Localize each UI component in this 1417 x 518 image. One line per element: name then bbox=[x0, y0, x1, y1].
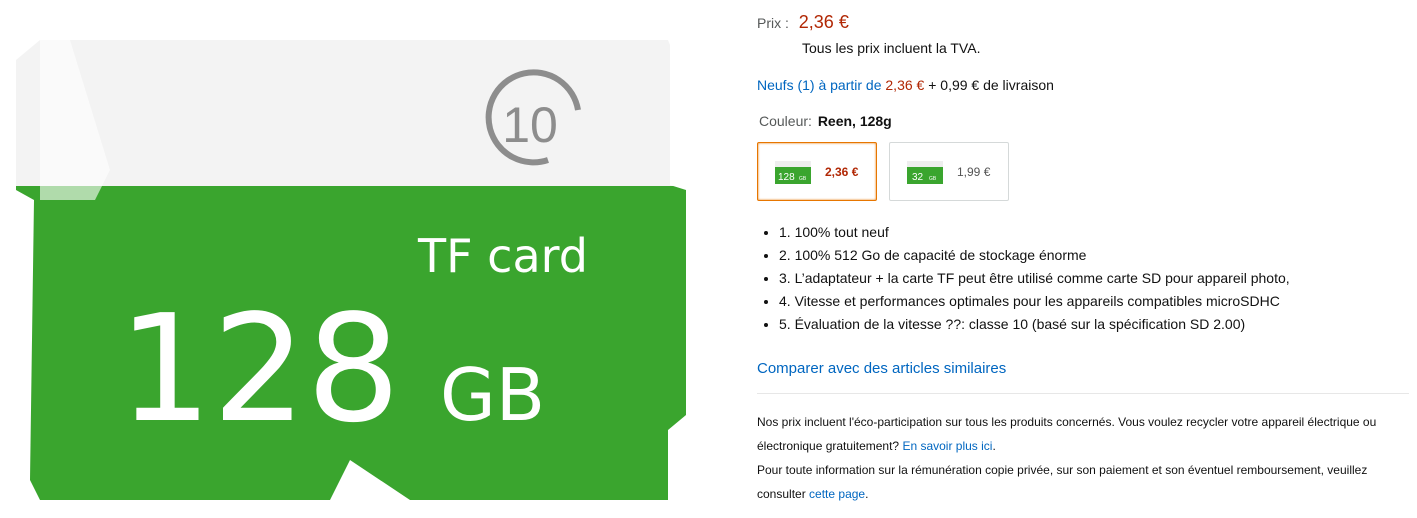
swatch-price: 2,36 € bbox=[825, 164, 859, 179]
price-label: Prix : bbox=[757, 15, 789, 31]
legal-notes: Nos prix incluent l'éco-participation su… bbox=[757, 410, 1412, 506]
feature-bullet: 4. Vitesse et performances optimales pou… bbox=[779, 290, 1290, 313]
feature-bullets: 1. 100% tout neuf 2. 100% 512 Go de capa… bbox=[757, 221, 1290, 336]
eco-participation-note: Nos prix incluent l'éco-participation su… bbox=[757, 415, 1377, 453]
color-value: Reen, 128g bbox=[817, 113, 892, 129]
offers-price: 2,36 € bbox=[885, 77, 925, 93]
microsd-card-graphic: 10 TF card 128 GB bbox=[16, 40, 686, 500]
feature-bullet: 2. 100% 512 Go de capacité de stockage é… bbox=[779, 244, 1290, 267]
vat-note: Tous les prix incluent la TVA. bbox=[802, 40, 981, 56]
product-details: Prix : 2,36 € Tous les prix incluent la … bbox=[757, 0, 1412, 518]
private-copy-note: Pour toute information sur la rémunérati… bbox=[757, 463, 1368, 501]
color-label: Couleur: bbox=[759, 113, 812, 129]
feature-bullet: 1. 100% tout neuf bbox=[779, 221, 1290, 244]
svg-text:32: 32 bbox=[912, 172, 924, 183]
card-type-label: TF card bbox=[417, 229, 588, 283]
capacity-number: 128 bbox=[118, 283, 401, 455]
feature-bullet: 5. Évaluation de la vitesse ??: classe 1… bbox=[779, 313, 1290, 336]
shipping-cost: + 0,99 € de livraison bbox=[928, 77, 1054, 93]
swatch-thumbnail: 128 GB bbox=[774, 158, 812, 186]
divider bbox=[757, 393, 1409, 394]
new-offers-link[interactable]: Neufs (1) à partir de 2,36 € bbox=[757, 77, 924, 93]
swatch-128gb[interactable]: 128 GB 2,36 € bbox=[757, 142, 877, 201]
feature-bullet: 3. L’adaptateur + la carte TF peut être … bbox=[779, 267, 1290, 290]
svg-text:GB: GB bbox=[929, 176, 937, 182]
price-value: 2,36 € bbox=[798, 12, 849, 32]
compare-similar-link[interactable]: Comparer avec des articles similaires bbox=[757, 360, 1006, 377]
offers-row: Neufs (1) à partir de 2,36 € + 0,99 € de… bbox=[757, 77, 1054, 93]
swatch-32gb[interactable]: 32 GB 1,99 € bbox=[889, 142, 1009, 201]
product-image[interactable]: 10 TF card 128 GB bbox=[0, 0, 700, 518]
svg-text:GB: GB bbox=[799, 176, 807, 182]
price-row: Prix : 2,36 € bbox=[757, 12, 849, 33]
swatch-price: 1,99 € bbox=[957, 164, 991, 179]
color-selection: Couleur: Reen, 128g bbox=[759, 113, 892, 129]
capacity-unit: GB bbox=[440, 353, 545, 437]
swatch-thumbnail: 32 GB bbox=[906, 158, 944, 186]
learn-more-link[interactable]: En savoir plus ici bbox=[902, 439, 992, 453]
svg-text:10: 10 bbox=[502, 97, 558, 153]
svg-text:128: 128 bbox=[778, 172, 795, 183]
this-page-link[interactable]: cette page bbox=[809, 487, 865, 501]
